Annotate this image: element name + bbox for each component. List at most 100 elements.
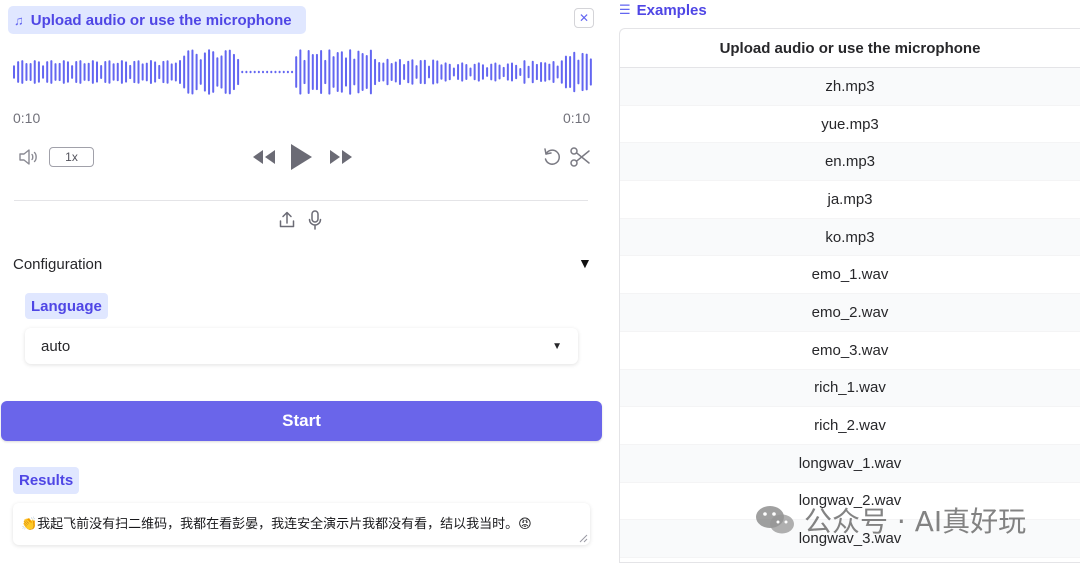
waveform-bar (104, 60, 107, 84)
waveform-bar (573, 51, 576, 93)
waveform-bar (50, 60, 53, 84)
waveform-bar (13, 65, 15, 79)
results-text: 👏我起飞前没有扫二维码，我都在看彭晏，我连安全演示片我都没有看，结以我当时。😡 (21, 517, 532, 532)
microphone-icon[interactable] (306, 209, 324, 231)
waveform-bar (585, 53, 588, 91)
waveform-bar (187, 50, 190, 94)
waveform-bar (154, 61, 157, 83)
volume-icon[interactable] (17, 145, 41, 169)
fast-forward-icon[interactable] (327, 147, 355, 167)
upload-icon[interactable] (278, 210, 296, 230)
example-row[interactable]: rich_2.wav (620, 407, 1080, 445)
waveform-bar (465, 64, 468, 80)
waveform-bar (374, 58, 377, 86)
waveform-bar (228, 49, 231, 95)
waveform-bar (245, 70, 248, 74)
trim-scissors-icon[interactable] (569, 146, 591, 168)
waveform-bar (452, 67, 455, 77)
example-filename[interactable]: rich_2.wav (814, 417, 886, 434)
waveform-bar (199, 59, 202, 85)
waveform-bar (461, 62, 464, 82)
waveform-bar (436, 60, 439, 84)
waveform-bar (469, 67, 472, 77)
waveform-bar (428, 65, 430, 79)
example-filename[interactable]: emo_1.wav (812, 266, 889, 283)
example-filename[interactable]: emo_3.wav (812, 342, 889, 359)
close-icon[interactable]: ✕ (579, 11, 589, 25)
resize-handle-icon[interactable] (578, 533, 588, 543)
waveform-bar (556, 65, 559, 79)
waveform-bar (137, 60, 140, 84)
waveform-bar (203, 52, 206, 92)
play-icon[interactable] (288, 142, 314, 172)
example-filename[interactable]: zh.mp3 (825, 78, 874, 95)
example-filename[interactable]: ko.mp3 (825, 229, 874, 246)
examples-column-header: Upload audio or use the microphone (620, 29, 1080, 68)
results-textbox[interactable]: 👏我起飞前没有扫二维码，我都在看彭晏，我连安全演示片我都没有看，结以我当时。😡 (13, 503, 590, 545)
audio-waveform[interactable] (12, 44, 592, 100)
waveform-bar (403, 64, 406, 80)
waveform-bar (220, 55, 223, 89)
waveform-bar (25, 63, 28, 81)
reset-icon[interactable] (541, 146, 563, 168)
example-filename[interactable]: emo_2.wav (812, 304, 889, 321)
waveform-bar (216, 57, 219, 87)
waveform-bar (183, 55, 186, 89)
audio-input-label: ♫ Upload audio or use the microphone (8, 6, 306, 34)
waveform-bar (62, 60, 65, 84)
playback-rate-button[interactable]: 1x (49, 147, 94, 167)
example-filename[interactable]: ja.mp3 (827, 191, 872, 208)
waveform-bar (116, 62, 119, 82)
waveform-bar (444, 62, 447, 82)
waveform-bar (83, 63, 86, 81)
start-button[interactable]: Start (1, 401, 602, 441)
waveform-bar (564, 55, 567, 89)
waveform-bar (519, 67, 522, 77)
example-row[interactable]: zh.mp3 (620, 68, 1080, 106)
waveform-bar (544, 62, 547, 82)
results-label: Results (13, 467, 80, 494)
example-row[interactable]: ko.mp3 (620, 218, 1080, 257)
waveform-bar (149, 60, 152, 84)
waveform-bar (112, 63, 115, 81)
waveform-bar (100, 65, 103, 79)
waveform-bar (311, 53, 314, 91)
duration-time: 0:10 (563, 110, 591, 126)
waveform-bar (486, 67, 489, 77)
waveform-bar (481, 64, 484, 80)
language-dropdown[interactable]: auto ▼ (25, 328, 578, 364)
example-row[interactable]: yue.mp3 (620, 106, 1080, 144)
waveform-bar (120, 60, 123, 84)
example-row[interactable]: emo_2.wav (620, 294, 1080, 332)
example-row[interactable]: longwav_1.wav (620, 444, 1080, 483)
examples-header: ☰ Examples (619, 1, 707, 19)
example-filename[interactable]: en.mp3 (825, 153, 875, 170)
watermark-text: 公众号 · AI真好玩 (804, 505, 1027, 538)
waveform-bar (174, 62, 177, 82)
waveform-bar (141, 63, 144, 81)
example-row[interactable]: emo_3.wav (620, 332, 1080, 370)
waveform-bar (179, 60, 181, 84)
example-filename[interactable]: longwav_1.wav (799, 455, 902, 472)
rewind-icon[interactable] (250, 147, 278, 167)
language-label: Language (25, 293, 108, 319)
waveform-bar (332, 56, 335, 88)
waveform-bar (58, 62, 61, 82)
example-row[interactable]: ja.mp3 (620, 181, 1080, 219)
dropdown-caret-icon[interactable]: ▼ (552, 341, 562, 352)
waveform-bar (589, 58, 592, 86)
audio-input-label-text: Upload audio or use the microphone (30, 11, 292, 29)
example-row[interactable]: en.mp3 (620, 143, 1080, 182)
example-row[interactable]: rich_1.wav (620, 369, 1080, 408)
example-row[interactable]: emo_1.wav (620, 256, 1080, 295)
waveform-graphic[interactable] (12, 44, 592, 100)
example-filename[interactable]: rich_1.wav (814, 379, 886, 396)
waveform-bar (581, 52, 584, 92)
waveform-bar (440, 64, 443, 80)
waveform-bar (66, 61, 69, 83)
example-filename[interactable]: yue.mp3 (821, 116, 879, 133)
configuration-accordion-title[interactable]: Configuration (13, 256, 102, 273)
accordion-toggle-icon[interactable]: ▼ (578, 255, 592, 271)
clear-audio-button[interactable]: ✕ (574, 8, 594, 28)
waveform-bar (158, 64, 161, 80)
